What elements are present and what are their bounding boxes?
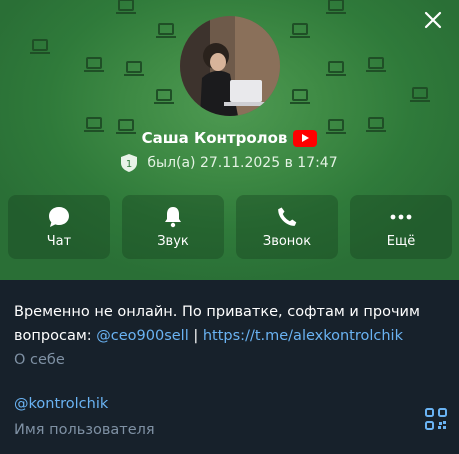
phone-icon (278, 207, 297, 226)
action-bar: Чат Звук Звонок Ещё (8, 195, 452, 259)
youtube-icon (293, 129, 318, 147)
sound-button[interactable]: Звук (122, 195, 224, 259)
qr-code-icon[interactable] (425, 408, 447, 430)
more-button[interactable]: Ещё (350, 195, 452, 259)
avatar[interactable] (180, 16, 280, 116)
close-icon[interactable] (421, 8, 445, 32)
chat-button-label: Чат (46, 234, 72, 249)
username-caption: Имя пользователя (14, 422, 155, 438)
bio-mention-link[interactable]: @ceo900sell (96, 328, 188, 344)
status-badge: 1 (126, 159, 132, 170)
profile-name-row: Саша Контролов (0, 126, 459, 150)
shield-badge-icon: 1 (121, 154, 138, 172)
call-button[interactable]: Звонок (236, 195, 338, 259)
more-dots-icon (390, 214, 412, 220)
profile-name: Саша Контролов (141, 129, 288, 147)
last-seen-text: был(а) 27.11.2025 в 17:47 (147, 155, 338, 171)
bio-url-link[interactable]: https://t.me/alexkontrolchik (203, 328, 403, 344)
chat-button[interactable]: Чат (8, 195, 110, 259)
bio-text: Временно не онлайн. По приватке, софтам … (14, 300, 434, 348)
bell-icon (165, 207, 181, 228)
username-link[interactable]: @kontrolchik (14, 396, 108, 412)
bio-separator: | (188, 328, 203, 344)
last-seen-row: 1 был(а) 27.11.2025 в 17:47 (0, 153, 459, 173)
profile-header: Саша Контролов 1 был(а) 27.11.2025 в 17:… (0, 0, 459, 280)
sound-button-label: Звук (157, 234, 189, 249)
chat-bubble-icon (49, 207, 69, 227)
bio-caption: О себе (14, 352, 65, 368)
bio-section: Временно не онлайн. По приватке, софтам … (14, 300, 434, 348)
avatar-photo (180, 16, 280, 116)
call-button-label: Звонок (262, 234, 312, 249)
more-button-label: Ещё (386, 234, 416, 249)
